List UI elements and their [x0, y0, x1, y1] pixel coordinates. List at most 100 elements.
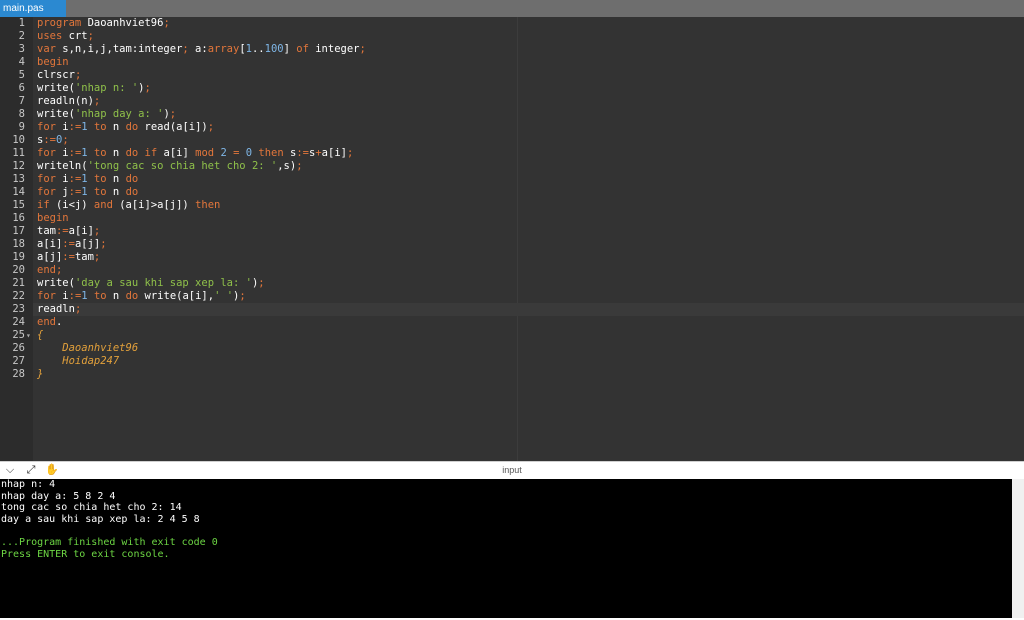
- code-line[interactable]: 8 write('nhap day a: ');: [0, 108, 1024, 121]
- code-token: write(: [37, 108, 75, 120]
- code-token: i: [55, 173, 69, 185]
- code-text: program Daoanhviet96;: [37, 17, 170, 30]
- code-token: :=: [68, 186, 82, 198]
- code-token: write(: [37, 82, 75, 94]
- code-token: ' ': [214, 290, 234, 302]
- code-token: to: [93, 173, 107, 185]
- code-token: to: [93, 290, 107, 302]
- code-token: to: [93, 121, 107, 133]
- output-console[interactable]: nhap n: 4 nhap day a: 5 8 2 4 tong cac so …: [0, 479, 1012, 618]
- code-token: i: [55, 147, 69, 159]
- code-token: program: [37, 17, 82, 29]
- code-token: ;: [144, 82, 151, 94]
- code-line[interactable]: 12 writeln('tong cac so chia het cho 2: '…: [0, 160, 1024, 173]
- line-number: 4: [18, 56, 25, 68]
- code-token: ;: [258, 277, 265, 289]
- code-token: Daoanhviet96: [37, 342, 139, 354]
- code-token: j: [55, 186, 69, 198]
- code-line[interactable]: 10 s:=0;: [0, 134, 1024, 147]
- code-text: begin: [37, 212, 69, 225]
- code-line[interactable]: 26 Daoanhviet96: [0, 342, 1024, 355]
- code-token: n: [106, 290, 126, 302]
- code-token: 'nhap n: ': [74, 82, 139, 94]
- line-number: 26: [12, 342, 25, 354]
- code-token: ;: [359, 43, 366, 55]
- code-token: clrscr: [37, 69, 75, 81]
- code-text: if (i<j) and (a[i]>a[j]) then: [37, 199, 220, 212]
- code-token: mod: [195, 147, 215, 159]
- console-scrollbar[interactable]: [1012, 479, 1024, 618]
- code-line[interactable]: 27 Hoidap247: [0, 355, 1024, 368]
- code-token: ;: [239, 290, 246, 302]
- code-line[interactable]: 28}: [0, 368, 1024, 381]
- line-number: 11: [12, 147, 25, 159]
- code-token: end: [37, 264, 56, 276]
- code-line[interactable]: 3 var s,n,i,j,tam:integer; a:array[1..100…: [0, 43, 1024, 56]
- console-line: tong cac so chia het cho 2: 14: [1, 502, 182, 514]
- line-number: 14: [12, 186, 25, 198]
- code-lines[interactable]: 1 program Daoanhviet96; 2 uses crt; 3 var s,n…: [0, 17, 1024, 381]
- code-text: for i:=1 to n do: [37, 173, 138, 186]
- code-line[interactable]: 18 a[i]:=a[j];: [0, 238, 1024, 251]
- code-line[interactable]: 1 program Daoanhviet96;: [0, 17, 1024, 30]
- code-text: a[j]:=tam;: [37, 251, 100, 264]
- line-number: 27: [12, 355, 25, 367]
- code-line[interactable]: 24 end.: [0, 316, 1024, 329]
- code-token: ;: [74, 303, 82, 315]
- code-token: for: [37, 290, 56, 302]
- code-line[interactable]: 22 for i:=1 to n do write(a[i],' ');: [0, 290, 1024, 303]
- line-number: 15: [12, 199, 25, 211]
- code-line[interactable]: 11 for i:=1 to n do if a[i] mod 2 = 0 the…: [0, 147, 1024, 160]
- line-number: 3: [18, 43, 25, 55]
- code-token: begin: [37, 56, 69, 68]
- code-token: ]: [283, 43, 297, 55]
- code-line[interactable]: 9 for i:=1 to n do read(a[i]);: [0, 121, 1024, 134]
- code-token: a[i]: [157, 147, 196, 159]
- line-number: 28: [12, 368, 25, 380]
- code-token: ;: [93, 251, 101, 263]
- line-number: 17: [12, 225, 25, 237]
- code-token: ;: [163, 17, 170, 29]
- code-token: then: [195, 199, 221, 211]
- line-number: 8: [18, 108, 25, 120]
- console-line: day a sau khi sap xep la: 2 4 5 8: [1, 513, 200, 525]
- code-token: tam: [37, 225, 56, 237]
- code-line[interactable]: 14 for j:=1 to n do: [0, 186, 1024, 199]
- line-number: 24: [12, 316, 25, 328]
- code-line[interactable]: 13 for i:=1 to n do: [0, 173, 1024, 186]
- code-token: of: [296, 43, 309, 55]
- code-token: read(a[i]): [138, 121, 208, 133]
- code-token: :=: [62, 238, 75, 250]
- code-text: write('nhap n: ');: [37, 82, 151, 95]
- code-line[interactable]: 20 end;: [0, 264, 1024, 277]
- code-line[interactable]: 17 tam:=a[i];: [0, 225, 1024, 238]
- code-line[interactable]: 7 readln(n);: [0, 95, 1024, 108]
- code-line[interactable]: 15 if (i<j) and (a[i]>a[j]) then: [0, 199, 1024, 212]
- code-line[interactable]: 2 uses crt;: [0, 30, 1024, 43]
- code-text: begin: [37, 56, 69, 69]
- code-token: ;: [296, 160, 303, 172]
- code-line[interactable]: 23 readln;: [0, 303, 1024, 316]
- code-line[interactable]: 19 a[j]:=tam;: [0, 251, 1024, 264]
- code-token: ;: [346, 147, 354, 159]
- code-text: }: [37, 368, 43, 381]
- code-line[interactable]: 4 begin: [0, 56, 1024, 69]
- code-token: {: [37, 329, 44, 341]
- code-token: s: [283, 147, 297, 159]
- code-editor[interactable]: 1 program Daoanhviet96; 2 uses crt; 3 var s,n…: [0, 17, 1024, 461]
- console-line: ...Program finished with exit code 0: [1, 536, 218, 548]
- code-line[interactable]: 16 begin: [0, 212, 1024, 225]
- code-line[interactable]: 6 write('nhap n: ');: [0, 82, 1024, 95]
- code-token: to: [93, 147, 107, 159]
- console-title: input: [502, 465, 522, 475]
- line-number: 23: [12, 303, 25, 315]
- code-line[interactable]: 5 clrscr;: [0, 69, 1024, 82]
- console-line: nhap day a: 5 8 2 4: [1, 490, 116, 502]
- code-line[interactable]: 21 write('day a sau khi sap xep la: ');: [0, 277, 1024, 290]
- code-line[interactable]: 25 ▾ {: [0, 329, 1024, 342]
- tab-main-pas[interactable]: main.pas: [0, 0, 66, 17]
- fold-toggle-icon[interactable]: ▾: [26, 329, 33, 342]
- code-token: .: [55, 316, 63, 328]
- code-token: do: [125, 173, 139, 185]
- code-token: crt: [62, 30, 88, 42]
